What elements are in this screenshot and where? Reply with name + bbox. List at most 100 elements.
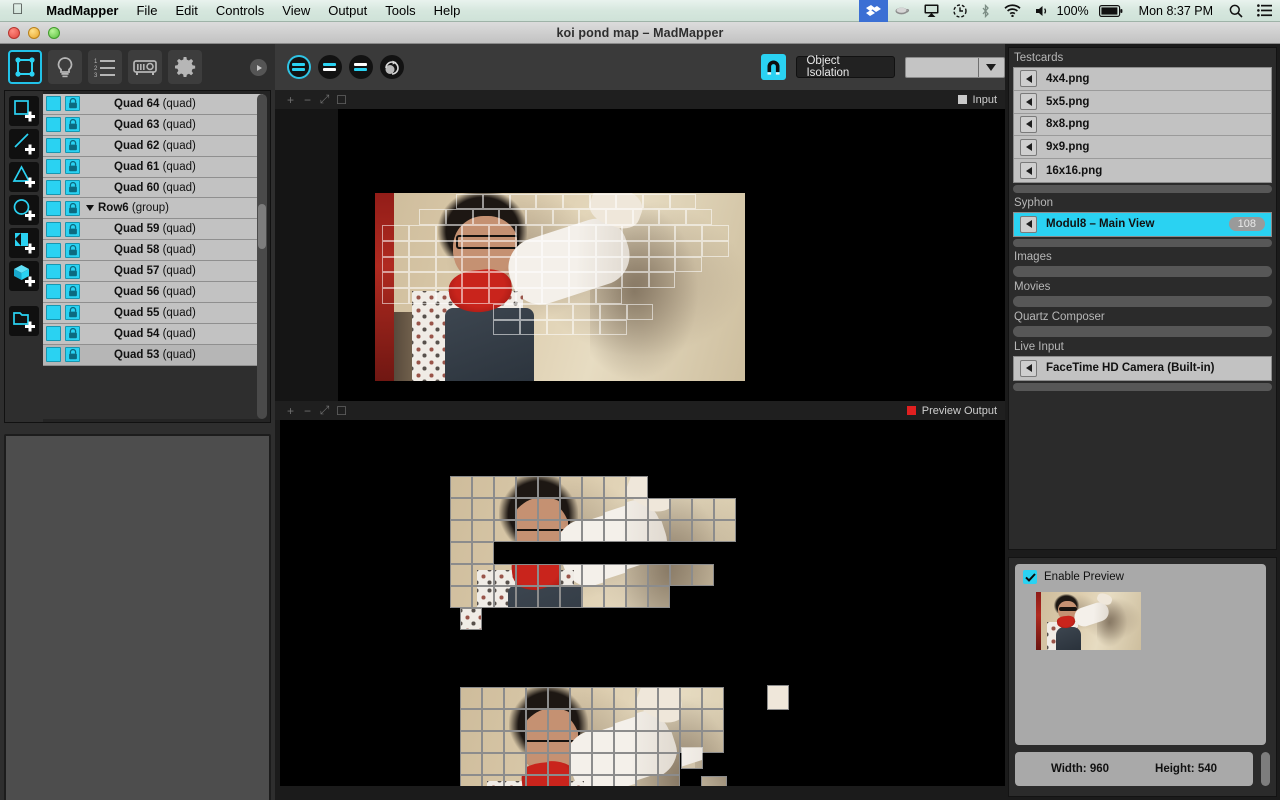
surface-row[interactable]: Quad 64 (quad)	[43, 94, 263, 115]
timemachine-icon[interactable]	[946, 0, 974, 22]
surface-visibility-swatch[interactable]	[46, 284, 61, 300]
output-quad-tile[interactable]	[592, 753, 614, 775]
output-quad-tile[interactable]	[592, 687, 614, 709]
output-quad-tile[interactable]	[560, 476, 582, 498]
bluetooth-icon[interactable]	[974, 0, 997, 22]
output-quad-tile[interactable]	[494, 564, 516, 586]
surface-visibility-swatch[interactable]	[46, 305, 61, 321]
source-row[interactable]: 16x16.png	[1014, 159, 1271, 182]
wifi-icon[interactable]	[997, 0, 1028, 22]
output-quad-tile[interactable]	[526, 709, 548, 731]
surface-row[interactable]: Quad 62 (quad)	[43, 135, 263, 157]
source-assign-button[interactable]	[1020, 215, 1037, 233]
source-assign-button[interactable]	[1020, 162, 1037, 180]
edit-mode-both-button[interactable]	[287, 55, 311, 79]
output-quad-tile[interactable]	[472, 476, 494, 498]
output-quad-tile[interactable]	[460, 687, 482, 709]
group-disclosure-icon[interactable]	[86, 205, 94, 212]
plus-icon[interactable]: +	[282, 93, 299, 107]
output-quad-tile[interactable]	[548, 687, 570, 709]
output-quad-tile[interactable]	[494, 520, 516, 542]
preview-panel-scrollbar[interactable]	[1261, 752, 1270, 786]
output-quad-tile[interactable]	[450, 520, 472, 542]
output-quad-tile[interactable]	[670, 564, 692, 586]
output-quad-tile[interactable]	[538, 586, 560, 608]
output-quad-tile[interactable]	[460, 709, 482, 731]
close-button[interactable]	[8, 27, 20, 39]
surface-row[interactable]: Quad 54 (quad)	[43, 323, 263, 345]
surface-row[interactable]: Quad 58 (quad)	[43, 240, 263, 262]
menu-item-file[interactable]: File	[127, 3, 166, 18]
output-quad-tile[interactable]	[538, 564, 560, 586]
output-quad-tile[interactable]	[494, 586, 516, 608]
output-quad-tile[interactable]	[692, 498, 714, 520]
menu-item-help[interactable]: Help	[425, 3, 470, 18]
add-cube-button[interactable]	[9, 261, 39, 291]
dropbox-icon[interactable]	[858, 0, 888, 22]
surface-visibility-swatch[interactable]	[46, 138, 61, 154]
output-quad-tile[interactable]	[648, 564, 670, 586]
output-quad-tile[interactable]	[570, 687, 592, 709]
output-quad-tile[interactable]	[548, 709, 570, 731]
surface-visibility-swatch[interactable]	[46, 159, 61, 175]
output-quad-tile[interactable]	[504, 731, 526, 753]
source-list[interactable]: Modul8 – Main View 108	[1013, 211, 1272, 237]
output-quad-tile[interactable]	[648, 520, 670, 542]
battery-icon[interactable]	[1092, 0, 1130, 22]
fit-icon[interactable]: ⤢	[316, 92, 333, 107]
menu-item-output[interactable]: Output	[319, 3, 376, 18]
output-quad-tile[interactable]	[504, 709, 526, 731]
surfaces-list[interactable]: Quad 64 (quad) Quad 63 (quad) Quad 62 (qua…	[43, 94, 263, 419]
output-quad-tile[interactable]	[582, 498, 604, 520]
output-quad-tile[interactable]	[570, 709, 592, 731]
source-row[interactable]: FaceTime HD Camera (Built-in)	[1014, 356, 1271, 380]
height-value[interactable]: 540	[1198, 763, 1217, 775]
output-quad-tile[interactable]	[570, 753, 592, 775]
surface-row[interactable]: Quad 60 (quad)	[43, 177, 263, 199]
surface-visibility-swatch[interactable]	[46, 117, 61, 133]
output-quad-tile[interactable]	[636, 731, 658, 753]
output-quad-tile[interactable]	[592, 709, 614, 731]
output-quad-tile[interactable]	[658, 709, 680, 731]
zoom-button[interactable]	[48, 27, 60, 39]
surface-lock-icon[interactable]	[65, 242, 80, 258]
surface-lock-icon[interactable]	[65, 305, 80, 321]
surface-row[interactable]: Quad 63 (quad)	[43, 114, 263, 136]
surface-row[interactable]: Quad 53 (quad)	[43, 344, 263, 366]
output-quad-tile[interactable]	[604, 498, 626, 520]
output-quad-tile[interactable]	[614, 753, 636, 775]
surfaces-tool-button[interactable]	[8, 50, 42, 84]
output-quad-tile[interactable]	[472, 542, 494, 564]
list-tool-button[interactable]: 123	[88, 50, 122, 84]
surface-visibility-swatch[interactable]	[46, 263, 61, 279]
output-quad-tile[interactable]	[767, 685, 789, 710]
output-quad-tile[interactable]	[516, 564, 538, 586]
output-quad-tile[interactable]	[570, 775, 592, 786]
surface-lock-icon[interactable]	[65, 326, 80, 342]
output-quad-tile[interactable]	[482, 775, 504, 786]
output-quad-tile[interactable]	[450, 586, 472, 608]
surface-lock-icon[interactable]	[65, 117, 80, 133]
source-assign-button[interactable]	[1020, 138, 1037, 156]
surfaces-list-scrollbar[interactable]	[257, 94, 267, 419]
output-quad-tile[interactable]	[516, 498, 538, 520]
output-quad-tile[interactable]	[494, 498, 516, 520]
surface-group-row[interactable]: Row6 (group)	[43, 198, 263, 220]
output-quad-tile[interactable]	[714, 498, 736, 520]
output-quad-tile[interactable]	[614, 731, 636, 753]
surface-lock-icon[interactable]	[65, 138, 80, 154]
output-quad-tile[interactable]	[702, 709, 724, 731]
output-quad-tile[interactable]	[604, 520, 626, 542]
output-quad-tile[interactable]	[680, 687, 702, 709]
airplay-icon[interactable]	[917, 0, 946, 22]
output-quad-tile[interactable]	[472, 564, 494, 586]
output-quad-tile[interactable]	[472, 520, 494, 542]
edit-mode-input-button[interactable]	[317, 55, 342, 79]
output-quad-tile[interactable]	[460, 608, 482, 630]
window-titlebar[interactable]: koi pond map – MadMapper	[0, 22, 1280, 44]
rotate-mode-button[interactable]	[379, 55, 404, 79]
surface-visibility-swatch[interactable]	[46, 242, 61, 258]
menu-item-view[interactable]: View	[273, 3, 319, 18]
surface-lock-icon[interactable]	[65, 347, 80, 363]
minimize-button[interactable]	[28, 27, 40, 39]
